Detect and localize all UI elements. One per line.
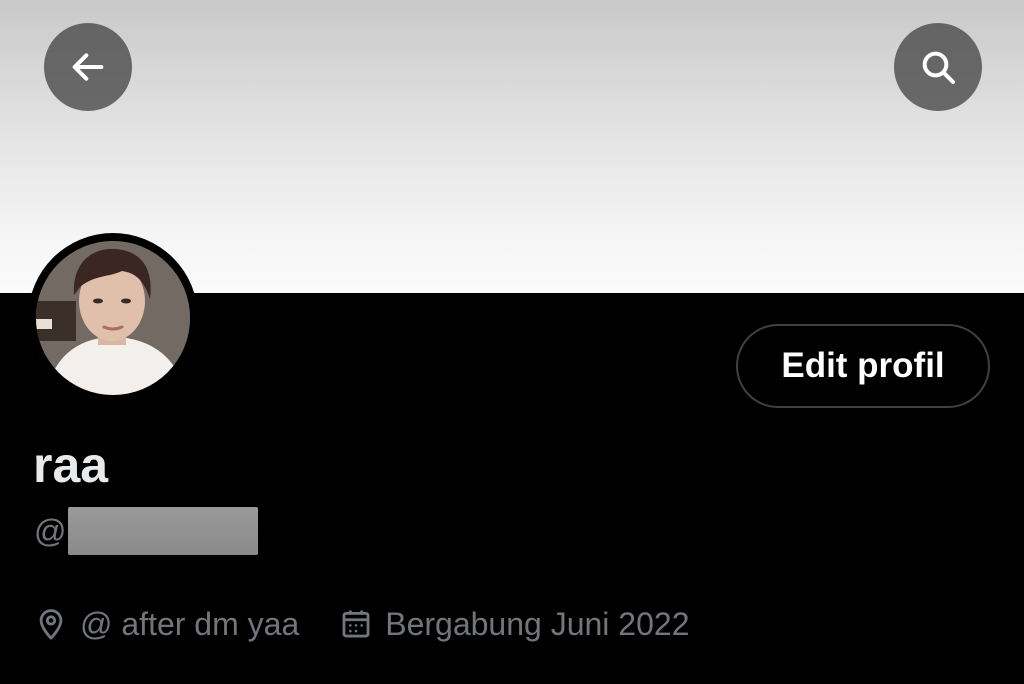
back-button[interactable] <box>44 23 132 111</box>
joined-item: Bergabung Juni 2022 <box>339 606 689 643</box>
search-icon <box>922 51 955 84</box>
profile-page: Edit profil raa @ @ after dm yaa Bergabu… <box>0 0 1024 684</box>
calendar-icon <box>342 610 370 638</box>
search-button[interactable] <box>894 23 982 111</box>
avatar[interactable] <box>28 233 198 403</box>
joined-text: Bergabung Juni 2022 <box>385 605 690 642</box>
handle-redaction <box>68 507 259 555</box>
arrow-left-icon <box>72 53 104 81</box>
avatar-photo <box>36 241 190 395</box>
location-item: @ after dm yaa <box>34 606 299 643</box>
edit-profile-button[interactable]: Edit profil <box>736 324 990 408</box>
location-text: @ after dm yaa <box>80 605 300 642</box>
handle-prefix: @ <box>34 512 67 549</box>
profile-meta: @ after dm yaa Bergabung Juni 2022 <box>34 602 689 646</box>
handle: @ <box>34 507 259 555</box>
location-pin-icon <box>39 609 63 640</box>
display-name: raa <box>33 437 109 493</box>
